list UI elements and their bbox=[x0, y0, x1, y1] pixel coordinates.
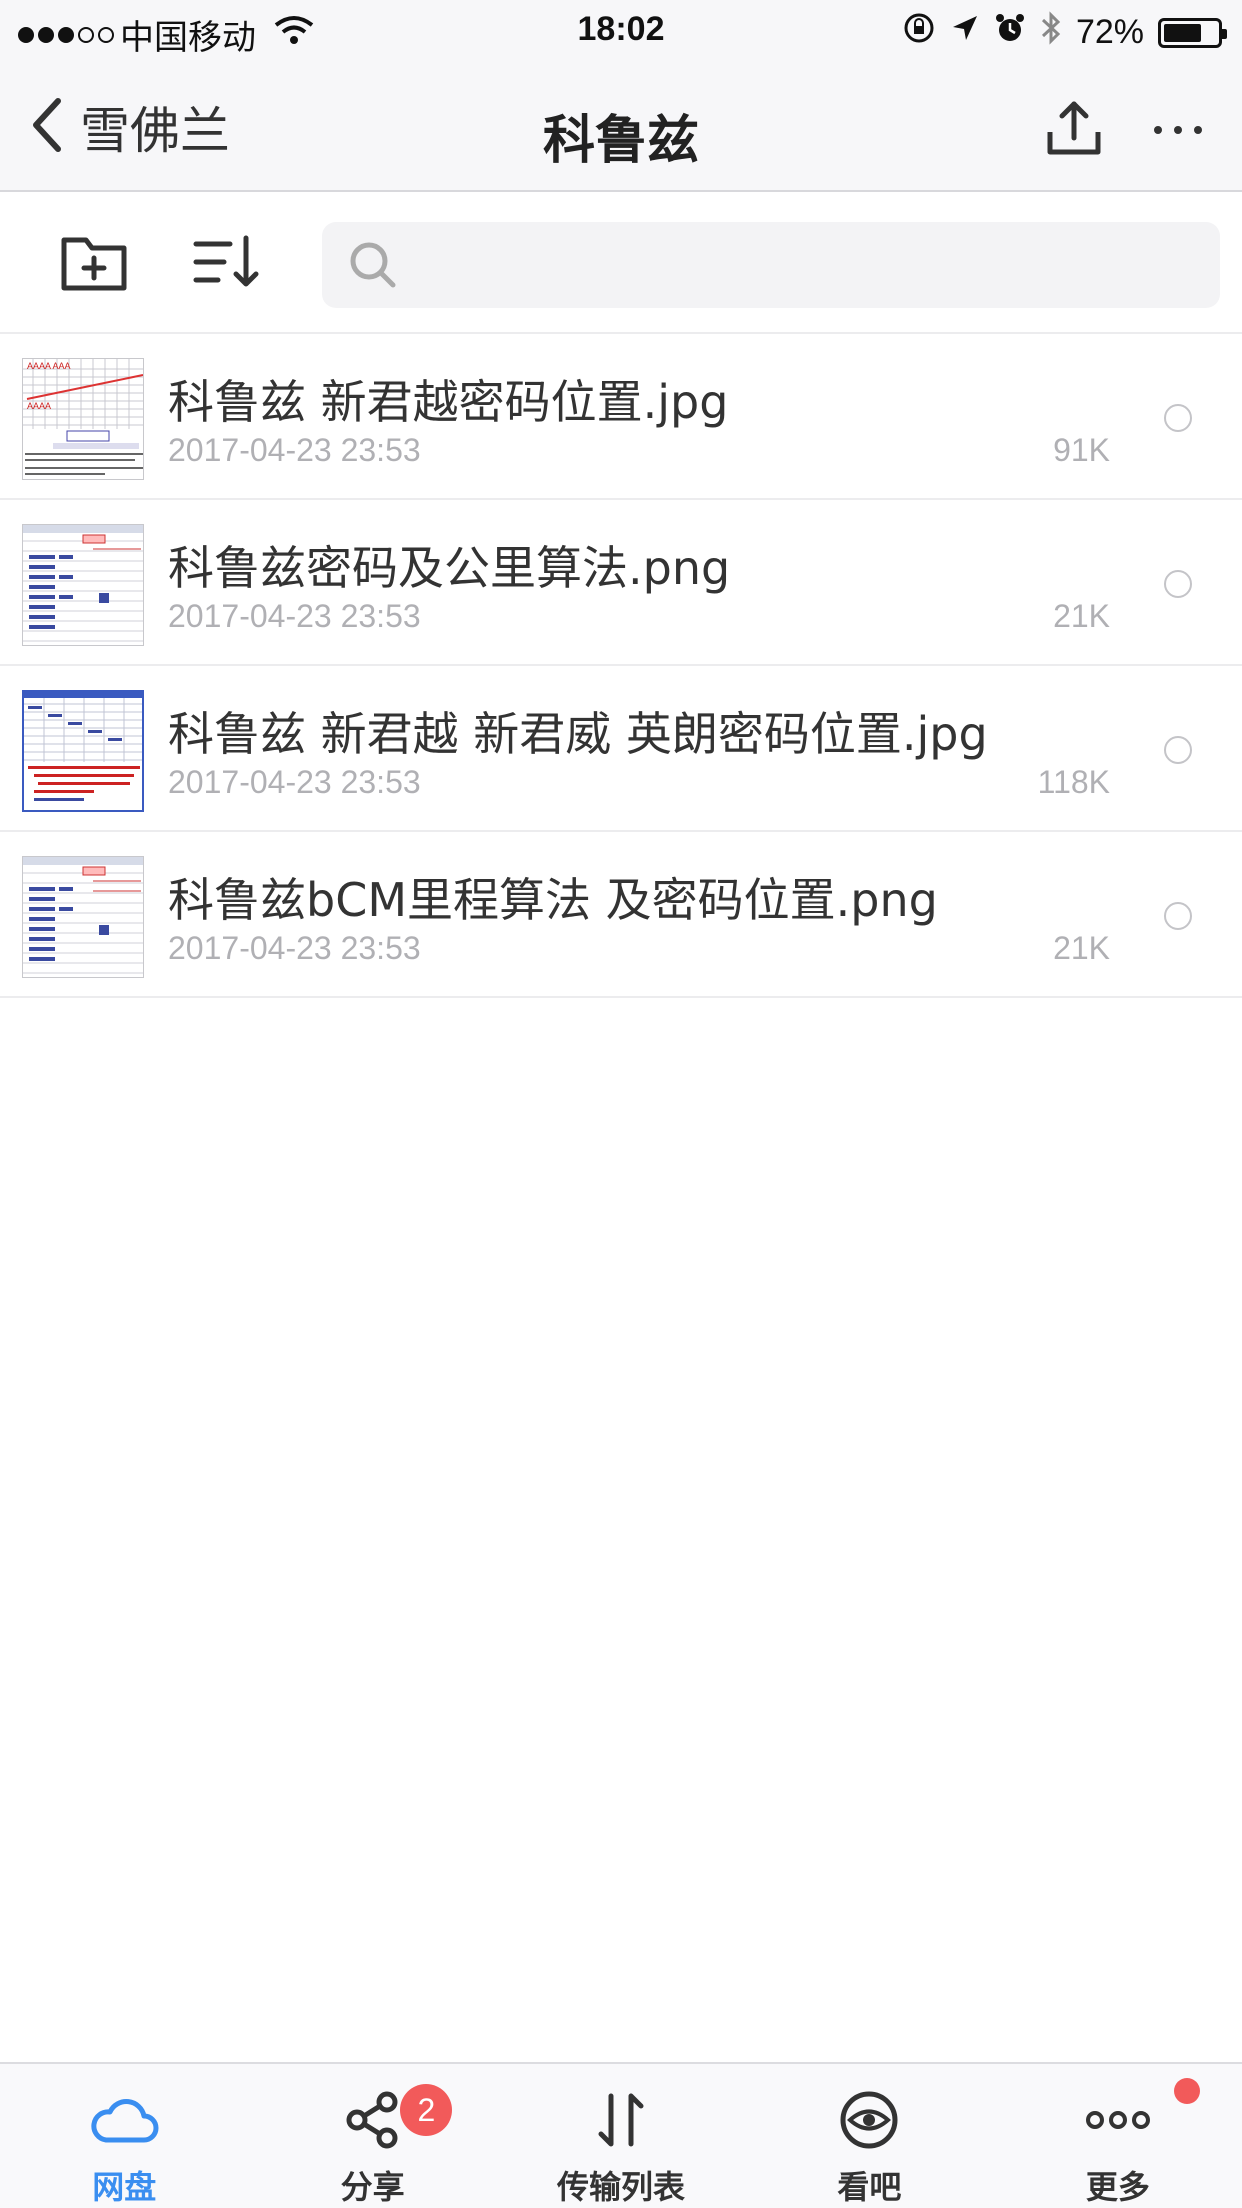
file-thumbnail bbox=[22, 690, 144, 812]
file-toolbar bbox=[0, 192, 1242, 334]
status-bar: 中国移动 18:02 72% bbox=[0, 0, 1242, 62]
transfer-icon bbox=[585, 2084, 657, 2156]
search-input[interactable] bbox=[412, 236, 1192, 294]
share-icon bbox=[337, 2084, 409, 2156]
upload-icon bbox=[1047, 101, 1101, 155]
alarm-icon bbox=[994, 12, 1026, 53]
new-folder-button[interactable] bbox=[58, 230, 130, 296]
chevron-left-icon bbox=[30, 95, 64, 159]
cloud-icon bbox=[88, 2084, 160, 2156]
file-thumbnail bbox=[22, 856, 144, 978]
new-folder-icon bbox=[61, 237, 127, 291]
eye-icon bbox=[833, 2084, 905, 2156]
file-date: 2017-04-23 23:53 bbox=[168, 764, 421, 800]
select-checkbox[interactable] bbox=[1164, 570, 1192, 598]
share-badge: 2 bbox=[400, 2084, 453, 2136]
svg-text:AAAA: AAAA bbox=[27, 401, 51, 411]
file-row[interactable]: AAAA AAA AAAA 科鲁兹 新君越密码位置.jpg 2017-04-23… bbox=[0, 334, 1242, 500]
file-thumbnail bbox=[22, 524, 144, 646]
file-size: 21K bbox=[1053, 598, 1110, 634]
tab-share[interactable]: 2 分享 bbox=[248, 2064, 496, 2208]
orientation-lock-icon bbox=[902, 11, 936, 54]
tab-watch[interactable]: 看吧 bbox=[745, 2064, 993, 2208]
select-checkbox[interactable] bbox=[1164, 902, 1192, 930]
svg-text:AAAA AAA: AAAA AAA bbox=[27, 361, 71, 371]
navigation-bar: 雪佛兰 科鲁兹 bbox=[0, 62, 1242, 192]
file-date: 2017-04-23 23:53 bbox=[168, 432, 421, 468]
more-icon bbox=[1082, 2084, 1154, 2156]
search-box[interactable] bbox=[322, 222, 1220, 308]
sort-icon bbox=[193, 235, 259, 287]
location-icon bbox=[950, 13, 980, 52]
tab-transfer-list[interactable]: 传输列表 bbox=[497, 2064, 745, 2208]
back-button-label: 雪佛兰 bbox=[80, 102, 230, 160]
file-size: 118K bbox=[1037, 764, 1110, 800]
select-checkbox[interactable] bbox=[1164, 736, 1192, 764]
file-row[interactable]: 科鲁兹 新君越 新君威 英朗密码位置.jpg 2017-04-23 23:53 … bbox=[0, 666, 1242, 832]
app-root: 中国移动 18:02 72% 雪佛兰 科鲁兹 AAAA AAA AAAA 科鲁兹… bbox=[0, 0, 1242, 2208]
tab-label: 分享 bbox=[340, 2168, 405, 2206]
upload-button[interactable] bbox=[1044, 98, 1104, 162]
file-size: 91K bbox=[1053, 432, 1110, 468]
tab-label: 网盘 bbox=[92, 2168, 157, 2206]
sort-button[interactable] bbox=[190, 230, 262, 296]
file-thumbnail: AAAA AAA AAAA bbox=[22, 358, 144, 480]
tab-bar: 网盘 2 分享 传输列表 看吧 更多 bbox=[0, 2062, 1242, 2208]
notification-dot bbox=[1174, 2078, 1201, 2104]
file-name: 科鲁兹 新君越 新君威 英朗密码位置.jpg bbox=[168, 707, 988, 761]
tab-label: 更多 bbox=[1085, 2168, 1150, 2206]
file-list: AAAA AAA AAAA 科鲁兹 新君越密码位置.jpg 2017-04-23… bbox=[0, 334, 1242, 998]
tab-label: 传输列表 bbox=[557, 2168, 686, 2206]
file-row[interactable]: 科鲁兹密码及公里算法.png 2017-04-23 23:53 21K bbox=[0, 500, 1242, 666]
status-right: 72% bbox=[902, 10, 1227, 55]
file-name: 科鲁兹bCM里程算法 及密码位置.png bbox=[168, 873, 938, 927]
nav-actions bbox=[1044, 98, 1202, 162]
file-date: 2017-04-23 23:53 bbox=[168, 598, 421, 634]
tab-label: 看吧 bbox=[837, 2168, 902, 2206]
file-date: 2017-04-23 23:53 bbox=[168, 930, 421, 966]
battery-percent: 72% bbox=[1075, 13, 1144, 51]
tab-more[interactable]: 更多 bbox=[994, 2064, 1242, 2208]
bluetooth-icon bbox=[1040, 10, 1062, 55]
search-icon bbox=[350, 242, 396, 288]
battery-icon bbox=[1158, 17, 1227, 48]
file-name: 科鲁兹 新君越密码位置.jpg bbox=[168, 375, 729, 429]
file-row[interactable]: 科鲁兹bCM里程算法 及密码位置.png 2017-04-23 23:53 21… bbox=[0, 832, 1242, 998]
file-size: 21K bbox=[1053, 930, 1110, 966]
more-options-button[interactable] bbox=[1154, 100, 1202, 160]
back-button[interactable]: 雪佛兰 bbox=[30, 92, 230, 162]
tab-netdisk[interactable]: 网盘 bbox=[0, 2064, 248, 2208]
file-name: 科鲁兹密码及公里算法.png bbox=[168, 541, 731, 595]
select-checkbox[interactable] bbox=[1164, 404, 1192, 432]
